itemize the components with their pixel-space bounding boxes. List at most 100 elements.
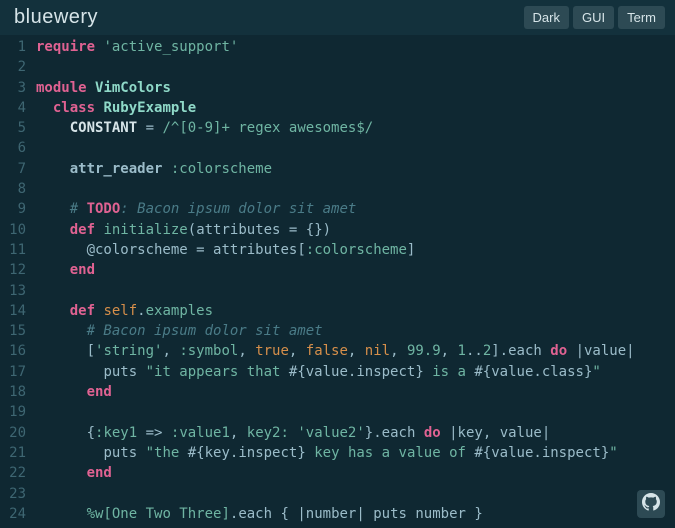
token-special: ] xyxy=(221,506,229,522)
token-op: = xyxy=(188,242,213,258)
token-op: => xyxy=(137,425,171,441)
token-def: def xyxy=(70,303,95,319)
token-todo: TODO xyxy=(87,201,121,217)
line-number: 18 xyxy=(6,382,26,402)
token-sym: :value1 xyxy=(171,425,230,441)
code-line: end xyxy=(36,382,675,402)
token-op xyxy=(36,242,87,258)
token-str: is a xyxy=(424,364,475,380)
token-op xyxy=(36,120,70,136)
token-sym: :colorscheme xyxy=(306,242,407,258)
header-buttons: Dark GUI Term xyxy=(524,6,665,29)
token-regex: / xyxy=(365,120,373,136)
token-punct: | xyxy=(449,425,457,441)
token-ident: value xyxy=(491,445,533,461)
code-editor[interactable]: 123456789101112131415161718192021222324 … xyxy=(0,35,675,524)
token-punct: . xyxy=(533,445,541,461)
token-num: 99.9 xyxy=(407,343,441,359)
token-op xyxy=(36,465,87,481)
token-str: key has a value of xyxy=(306,445,475,461)
token-special: ]+ xyxy=(213,120,230,136)
token-punct: , xyxy=(230,425,247,441)
token-ident: each xyxy=(382,425,416,441)
token-punct: } xyxy=(474,506,482,522)
token-interp: #{ xyxy=(474,364,491,380)
token-str: "the xyxy=(146,445,188,461)
token-interp: } xyxy=(297,445,305,461)
token-bool: true xyxy=(255,343,289,359)
code-area[interactable]: require 'active_support'module VimColors… xyxy=(36,37,675,524)
token-ident: number xyxy=(415,506,466,522)
token-str: "it appears that xyxy=(146,364,289,380)
line-number-gutter: 123456789101112131415161718192021222324 xyxy=(0,37,36,524)
token-ident: value xyxy=(500,425,542,441)
token-cmt: # xyxy=(70,201,87,217)
token-op xyxy=(137,364,145,380)
token-op xyxy=(36,161,70,177)
token-attr: attr_reader xyxy=(70,161,163,177)
token-special: %w[ xyxy=(87,506,112,522)
token-str: 'string' xyxy=(95,343,162,359)
code-line: puts "it appears that #{value.inspect} i… xyxy=(36,362,675,382)
token-op xyxy=(36,506,87,522)
token-ident: inspect xyxy=(542,445,601,461)
token-interp: } xyxy=(415,364,423,380)
token-ident: value xyxy=(584,343,626,359)
token-ivar: @colorscheme xyxy=(87,242,188,258)
token-punct: , xyxy=(348,343,365,359)
github-icon xyxy=(642,493,660,515)
code-line: def self.examples xyxy=(36,301,675,321)
token-fnself: examples xyxy=(146,303,213,319)
token-op xyxy=(36,343,87,359)
token-op xyxy=(36,100,53,116)
token-punct: [ xyxy=(297,242,305,258)
token-special: ^[ xyxy=(171,120,188,136)
token-punct: , xyxy=(289,343,306,359)
token-interp: #{ xyxy=(188,445,205,461)
token-num: 1 xyxy=(458,343,466,359)
token-punct: }. xyxy=(365,425,382,441)
token-punct: , xyxy=(238,343,255,359)
token-punct: {}) xyxy=(306,222,331,238)
header-bar: bluewery Dark GUI Term xyxy=(0,0,675,35)
code-line: ['string', :symbol, true, false, nil, 99… xyxy=(36,341,675,361)
code-line: class RubyExample xyxy=(36,98,675,118)
token-punct: | xyxy=(576,343,584,359)
code-line: # Bacon ipsum dolor sit amet xyxy=(36,321,675,341)
token-punct: ( xyxy=(188,222,196,238)
token-ident: attributes xyxy=(196,222,280,238)
token-op xyxy=(36,384,87,400)
token-regex: / xyxy=(162,120,170,136)
token-special: $ xyxy=(356,120,364,136)
token-regex: regex awesomes xyxy=(230,120,356,136)
code-line: {:key1 => :value1, key2: 'value2'}.each … xyxy=(36,423,675,443)
token-str: 'value2' xyxy=(297,425,364,441)
token-kw: do xyxy=(550,343,567,359)
token-ident: key xyxy=(458,425,483,441)
code-line xyxy=(36,484,675,504)
gui-button[interactable]: GUI xyxy=(573,6,614,29)
token-op xyxy=(36,364,103,380)
dark-button[interactable]: Dark xyxy=(524,6,569,29)
token-op xyxy=(36,425,87,441)
code-line xyxy=(36,281,675,301)
term-button[interactable]: Term xyxy=(618,6,665,29)
github-button[interactable] xyxy=(637,490,665,518)
token-op: = xyxy=(137,120,162,136)
line-number: 13 xyxy=(6,281,26,301)
line-number: 1 xyxy=(6,37,26,57)
token-op xyxy=(36,201,70,217)
token-op xyxy=(36,262,70,278)
token-punct: , xyxy=(162,343,179,359)
token-kw: module xyxy=(36,80,87,96)
code-line: end xyxy=(36,260,675,280)
token-op xyxy=(87,80,95,96)
token-kw: require xyxy=(36,39,95,55)
code-line: end xyxy=(36,463,675,483)
line-number: 20 xyxy=(6,423,26,443)
token-op xyxy=(162,161,170,177)
token-interp: #{ xyxy=(474,445,491,461)
line-number: 16 xyxy=(6,341,26,361)
token-str: 'active_support' xyxy=(103,39,238,55)
line-number: 17 xyxy=(6,362,26,382)
